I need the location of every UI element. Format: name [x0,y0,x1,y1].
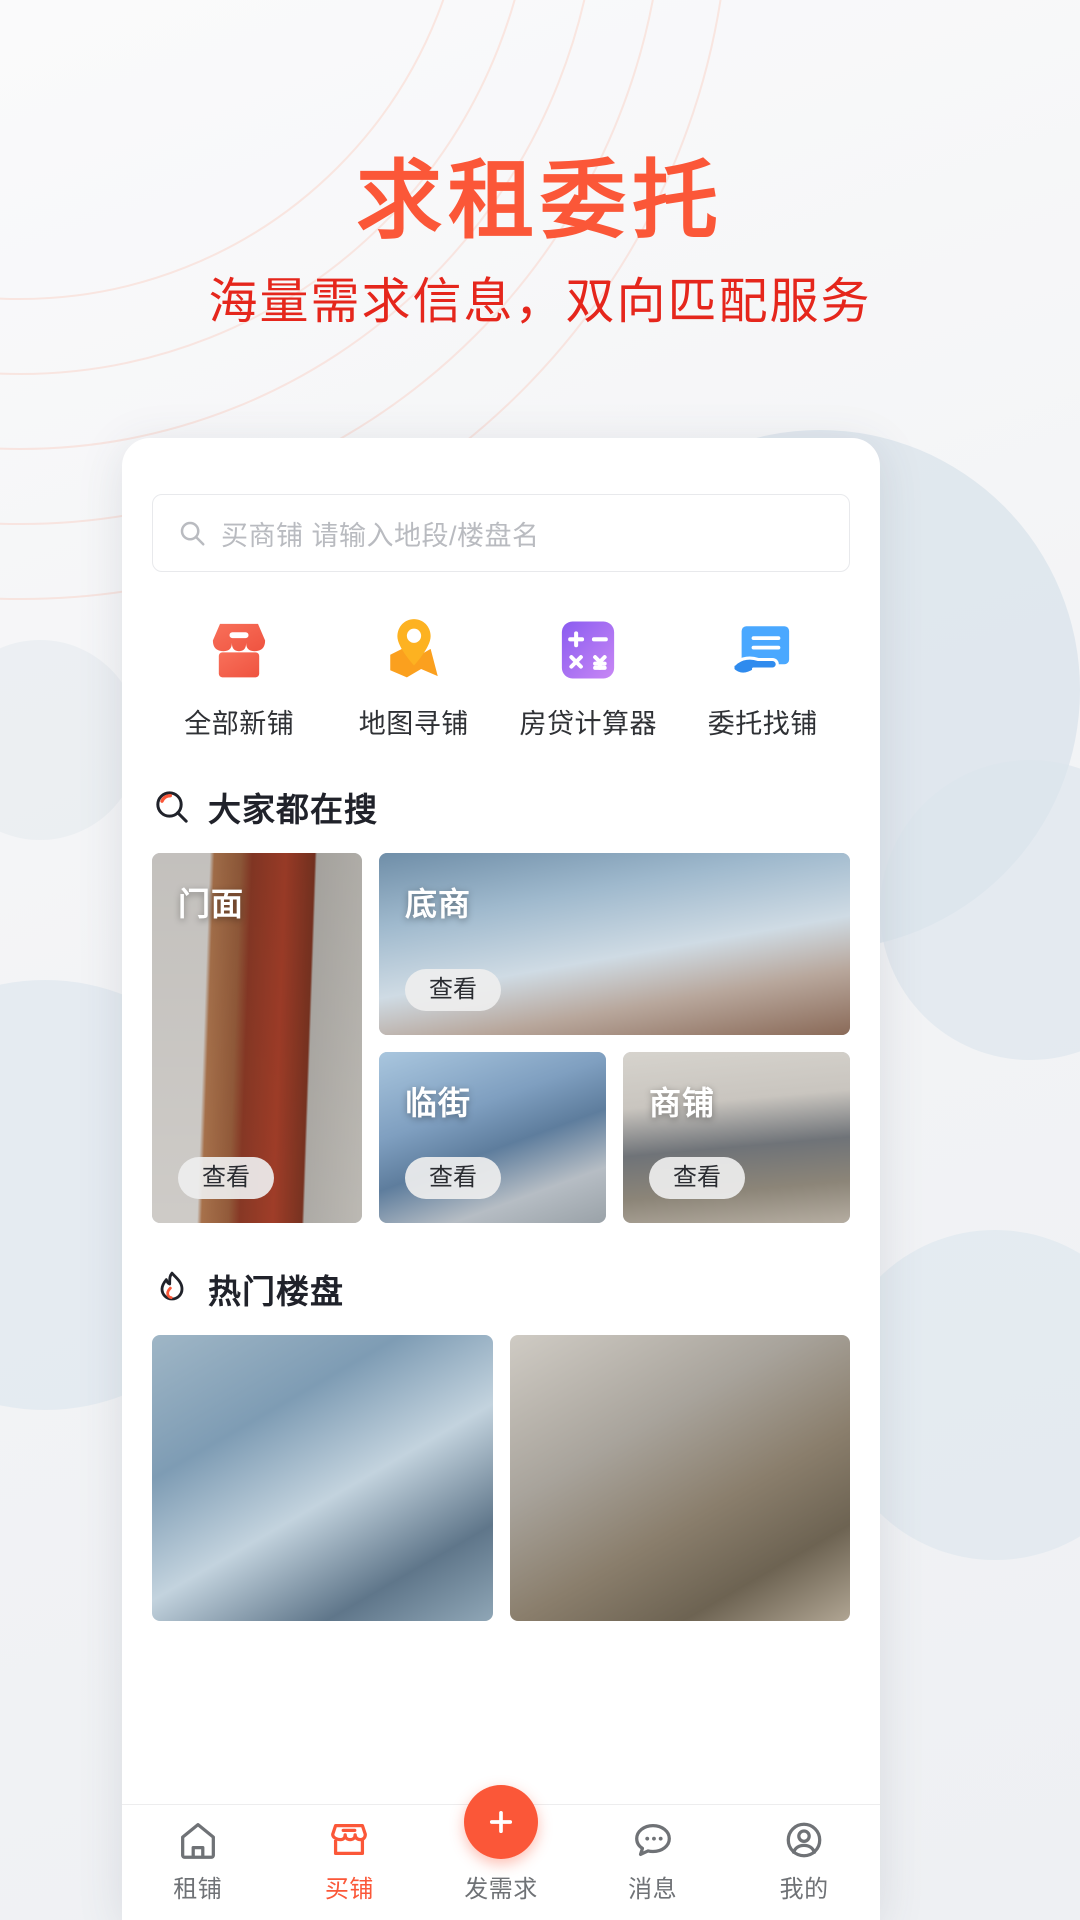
quick-action-label: 全部新铺 [184,709,295,739]
tile-view-button[interactable]: 查看 [649,1157,745,1199]
section-title: 热门楼盘 [208,1273,344,1310]
quick-action-map-search[interactable]: 地图寻铺 [327,612,502,741]
tile-view-button[interactable]: 查看 [405,1157,501,1199]
tab-rent-shop[interactable]: 租铺 [122,1817,274,1904]
search-highlight-icon [156,791,188,823]
quick-action-entrust-find-shop[interactable]: 委托找铺 [676,612,851,741]
search-tile-linjie[interactable]: 临街 查看 [379,1052,606,1223]
section-header-hot-listings: 热门楼盘 [152,1265,850,1313]
shop-outline-icon [331,1823,368,1856]
search-input[interactable]: 买商铺 请输入地段/楼盘名 [221,514,540,553]
section-title: 大家都在搜 [208,791,378,828]
background-blob [0,640,140,840]
tab-label: 租铺 [173,1876,223,1903]
tile-label: 商铺 [649,1085,716,1121]
flame-icon [160,1271,184,1301]
hot-listing-card[interactable] [152,1335,493,1621]
home-icon [180,1823,215,1859]
search-icon [180,521,205,546]
plus-icon [489,1810,513,1834]
tab-profile[interactable]: 我的 [728,1817,880,1904]
search-bar[interactable]: 买商铺 请输入地段/楼盘名 [152,494,850,572]
search-tile-menmian[interactable]: 门面 查看 [152,853,362,1223]
tab-label: 买铺 [324,1876,374,1903]
hot-listing-card[interactable] [509,1335,850,1621]
tile-view-button[interactable]: 查看 [405,969,501,1011]
tile-view-button[interactable]: 查看 [178,1157,274,1199]
tab-label: 消息 [628,1876,678,1903]
quick-action-label: 地图寻铺 [358,709,469,739]
search-tile-dishang[interactable]: 底商 查看 [379,853,850,1035]
app-preview-card: 买商铺 请输入地段/楼盘名 全部新铺 地图寻铺 房贷计算器 委托找铺 大家都在搜… [122,438,880,1920]
profile-icon [786,1822,822,1858]
map-pin-icon [390,619,438,678]
tab-buy-shop[interactable]: 买铺 [274,1817,426,1904]
hand-document-icon [732,626,789,673]
background-blob [880,760,1080,1060]
quick-action-all-shops[interactable]: 全部新铺 [152,612,327,741]
page-subtitle: 海量需求信息，双向匹配服务 [208,275,872,329]
hero-banner: 求租委托 海量需求信息，双向匹配服务 [0,0,1080,327]
app-screen: 求租委托 海量需求信息，双向匹配服务 买商铺 请输入地段/楼盘名 全部新铺 地图… [0,0,1080,1920]
calculator-icon [562,621,615,679]
search-tile-shangpu[interactable]: 商铺 查看 [623,1052,850,1223]
quick-action-row: 全部新铺 地图寻铺 房贷计算器 委托找铺 [152,612,850,741]
tab-publish-demand[interactable]: 发需求 [425,1785,577,1904]
bottom-tabbar: 租铺 买铺 发需求 消息 我的 [122,1785,880,1920]
tile-label: 底商 [405,886,472,922]
tab-label: 我的 [779,1876,829,1903]
tab-messages[interactable]: 消息 [577,1817,729,1904]
quick-action-label: 委托找铺 [707,709,818,739]
shop-icon [213,623,266,678]
quick-action-mortgage-calculator[interactable]: 房贷计算器 [501,612,676,741]
tab-label: 发需求 [464,1876,538,1903]
quick-action-label: 房贷计算器 [519,709,657,739]
popular-search-grid: 门面 查看 底商 查看 临街 查看 商铺 查看 [152,853,850,1223]
publish-fab-button[interactable] [463,1785,538,1859]
section-header-popular-search: 大家都在搜 [152,783,850,831]
chat-icon [634,1823,671,1857]
tile-label: 门面 [178,886,245,922]
tile-label: 临街 [405,1085,472,1121]
hot-listings-grid [152,1335,850,1621]
page-title: 求租委托 [356,151,724,251]
